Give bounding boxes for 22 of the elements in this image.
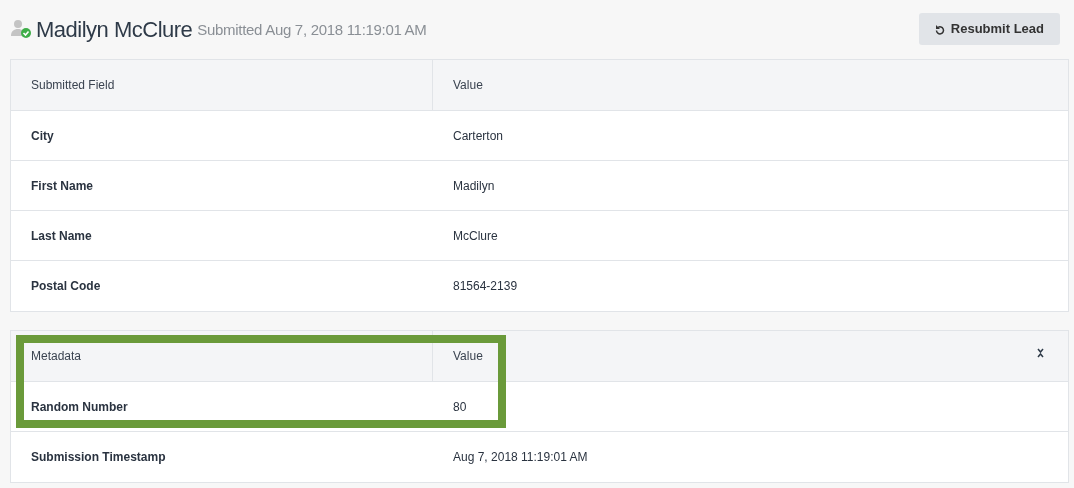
- field-value: Carterton: [452, 127, 505, 145]
- resubmit-button[interactable]: Resubmit Lead: [918, 13, 1060, 45]
- lead-name: Madilyn McClure: [36, 15, 193, 44]
- collapse-icon[interactable]: [1037, 348, 1044, 358]
- field-value: Madilyn: [452, 177, 496, 195]
- field-name: City: [30, 127, 55, 145]
- column-header: Submitted Field: [11, 60, 433, 110]
- field-value: Aug 7, 2018 11:19:01 AM: [452, 449, 589, 466]
- field-name: Random Number: [30, 398, 129, 416]
- field-value: McClure: [452, 227, 499, 245]
- column-header: Value: [452, 348, 484, 365]
- field-name: Postal Code: [30, 278, 102, 295]
- field-value: 80: [452, 398, 468, 416]
- undo-icon: [934, 23, 945, 35]
- column-header: Metadata: [11, 331, 433, 381]
- column-header: Value: [452, 77, 484, 94]
- user-verified-icon: [10, 19, 32, 39]
- field-name: Last Name: [30, 227, 93, 245]
- field-name: First Name: [30, 177, 95, 195]
- field-name: Submission Timestamp: [30, 449, 167, 466]
- submitted-date: Submitted Aug 7, 2018 11:19:01 AM: [197, 20, 427, 41]
- field-value: 81564-2139: [452, 278, 519, 295]
